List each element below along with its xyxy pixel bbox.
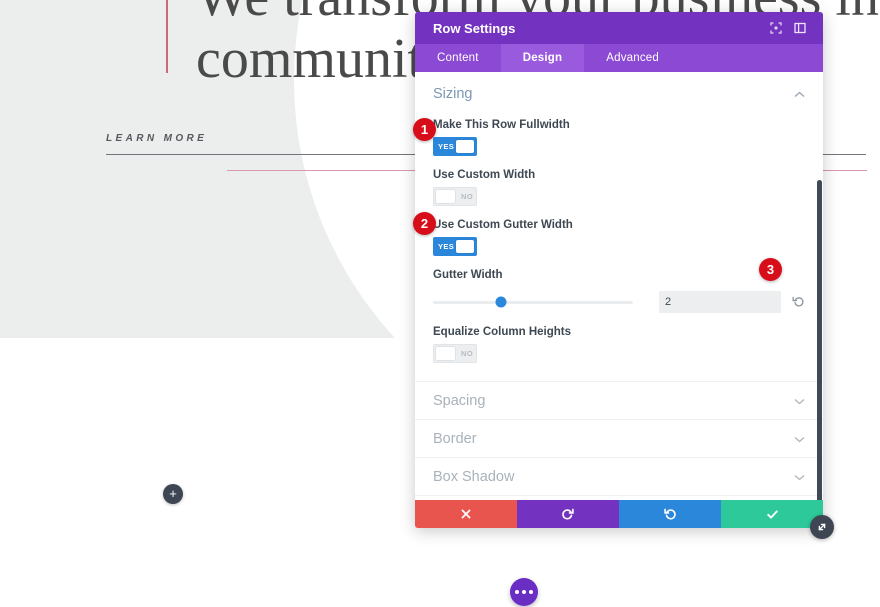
accordion-border[interactable]: Border [415,419,823,457]
accordion-label: Border [433,430,477,447]
gutter-width-slider[interactable] [433,296,633,308]
toggle-knob [436,190,455,203]
toggle-state-label: YES [438,242,455,251]
toggle-equalize-column-heights[interactable]: NO [433,344,477,363]
modal-title: Row Settings [433,20,516,36]
accordion-label: Box Shadow [433,468,515,485]
toggle-state-label: NO [461,349,474,358]
modal-tab-bar: Content Design Advanced [415,44,823,72]
accordion-filters[interactable]: Filters [415,495,823,500]
sizing-section-title: Sizing [433,86,473,102]
toggle-knob [436,347,455,360]
field-use-custom-gutter-width: Use Custom Gutter Width YES [415,219,823,256]
gutter-width-input[interactable] [659,291,781,313]
ellipsis-icon [522,590,526,594]
reset-arrow-icon[interactable] [792,295,805,310]
tab-design[interactable]: Design [500,44,585,72]
accordion-box-shadow[interactable]: Box Shadow [415,457,823,495]
ellipsis-icon [529,590,533,594]
builder-main-menu-button[interactable] [510,578,538,606]
accordion-label: Spacing [433,392,486,409]
add-module-button[interactable]: + [163,484,183,504]
gutter-width-control [433,291,805,313]
field-make-row-fullwidth: Make This Row Fullwidth YES [415,119,823,156]
modal-footer [415,500,823,528]
toggle-use-custom-gutter-width[interactable]: YES [433,237,477,256]
chevron-down-icon[interactable] [794,468,805,486]
field-label: Use Custom Width [433,169,536,181]
chevron-down-icon[interactable] [794,430,805,448]
field-label: Make This Row Fullwidth [433,119,570,131]
toggle-use-custom-width[interactable]: NO [433,187,477,206]
expand-icon[interactable] [765,17,787,39]
chevron-up-icon[interactable] [794,88,805,100]
modal-body: Sizing Make This Row Fullwidth YES Use C… [415,72,823,500]
cancel-button[interactable] [415,500,517,528]
chevron-down-icon[interactable] [794,392,805,410]
hero-vertical-accent-rule [166,0,168,73]
visual-builder-screen: We transform your business in communit L… [0,0,880,607]
sizing-section-header[interactable]: Sizing [415,72,823,106]
step-badge-2: 2 [413,212,436,235]
tab-advanced[interactable]: Advanced [584,44,681,72]
ellipsis-icon [515,590,519,594]
accordion-spacing[interactable]: Spacing [415,381,823,419]
toggle-knob [456,140,474,153]
undo-button[interactable] [517,500,619,528]
modal-scrollbar[interactable] [817,180,822,500]
field-use-custom-width: Use Custom Width NO [415,169,823,206]
step-badge-1: 1 [413,118,436,141]
save-button[interactable] [721,500,823,528]
field-label: Gutter Width [433,269,503,281]
field-label: Equalize Column Heights [433,326,572,338]
toggle-state-label: NO [461,192,474,201]
toggle-make-row-fullwidth[interactable]: YES [433,137,477,156]
panel-layout-icon[interactable] [789,17,811,39]
field-label: Use Custom Gutter Width [433,219,573,231]
field-equalize-column-heights: Equalize Column Heights NO [415,326,823,363]
learn-more-link[interactable]: LEARN MORE [106,133,207,144]
tab-content[interactable]: Content [415,44,501,72]
toggle-knob [456,240,474,253]
modal-titlebar[interactable]: Row Settings [415,12,823,44]
redo-button[interactable] [619,500,721,528]
step-badge-3: 3 [759,258,782,281]
modal-resize-handle[interactable] [810,515,834,539]
toggle-state-label: YES [438,142,455,151]
slider-handle[interactable] [495,296,507,308]
